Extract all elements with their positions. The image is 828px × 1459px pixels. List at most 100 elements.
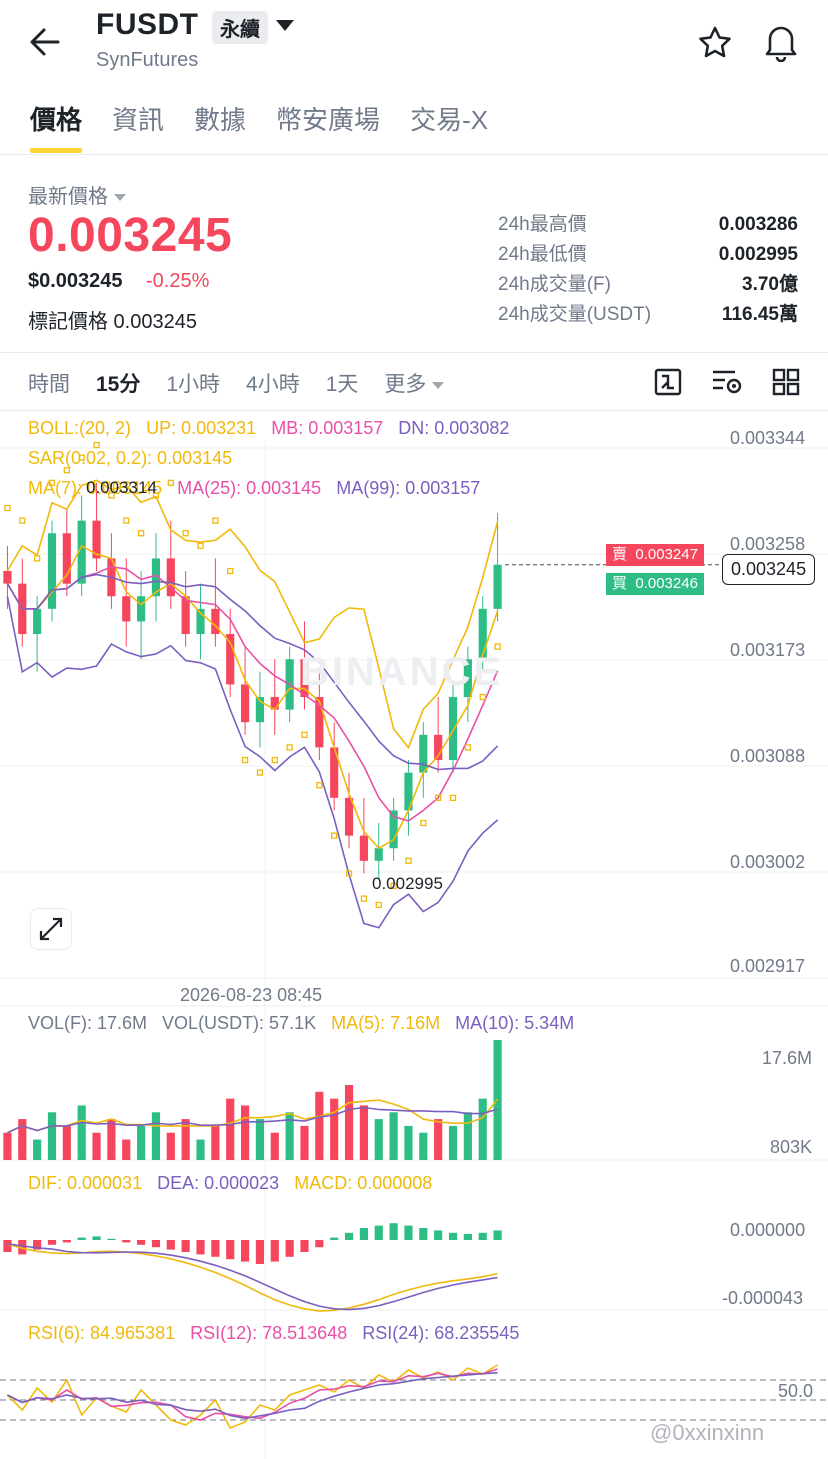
price-axis-label: 0.003173 <box>730 640 806 660</box>
macd-bar <box>315 1240 324 1248</box>
volume-bar <box>300 1125 309 1160</box>
volume-bar <box>226 1098 235 1160</box>
vol-axis-label: 803K <box>770 1137 813 1157</box>
sar-dot <box>494 643 501 650</box>
volume-bar <box>240 1105 250 1160</box>
macd-bar <box>137 1240 146 1245</box>
boll-upper-line <box>6 479 499 750</box>
symbol-title[interactable]: FUSDT <box>96 8 199 42</box>
macd-bar <box>374 1225 383 1240</box>
indicator-settings-button[interactable] <box>710 366 744 398</box>
indicator-settings-icon <box>713 370 742 394</box>
macd-dea: DEA: 0.000023 <box>157 1173 280 1193</box>
rsi-legend: RSI(6): 84.965381 RSI(12): 78.513648 RSI… <box>28 1323 519 1344</box>
layout-button[interactable] <box>770 366 802 398</box>
active-tab-indicator <box>30 148 82 153</box>
macd-bar <box>226 1240 235 1260</box>
sar-dot <box>33 555 41 562</box>
interval-1h[interactable]: 1小時 <box>166 368 220 398</box>
stat-label: 24h最高價 <box>498 214 587 235</box>
back-button[interactable] <box>26 24 66 60</box>
candle-body <box>181 596 190 635</box>
tab-info[interactable]: 資訊 <box>112 100 164 140</box>
sar-legend: SAR(0.02, 0.2): 0.003145 <box>28 448 233 468</box>
stats-panel: 24h最高價 0.003286 24h最低價 0.002995 24h成交量(F) 3… <box>498 210 798 330</box>
interval-more[interactable]: 更多 <box>384 368 445 398</box>
vol-f: VOL(F): 17.6M <box>28 1013 148 1033</box>
dif-line <box>7 1243 498 1312</box>
sar-dot <box>464 744 472 751</box>
sar-dot <box>405 857 412 864</box>
volume-bar <box>374 1119 383 1160</box>
macd-bar <box>255 1240 265 1264</box>
sar-dot <box>331 832 338 839</box>
sar-dot <box>271 756 278 764</box>
stat-value: 0.002995 <box>718 244 798 265</box>
stat-row: 24h成交量(USDT) 116.45萬 <box>498 300 798 330</box>
candle-body <box>47 533 57 609</box>
boll-dn: DN: 0.003082 <box>398 418 510 438</box>
sar-dot <box>479 693 486 701</box>
price-chart[interactable] <box>0 410 828 1459</box>
volume-bar <box>151 1112 161 1160</box>
volume-bar <box>77 1105 86 1160</box>
price-axis-label: 0.003088 <box>730 746 806 766</box>
stat-row: 24h成交量(F) 3.70億 <box>498 270 798 300</box>
volume-bar <box>137 1125 146 1160</box>
ma25-value: MA(25): 0.003145 <box>177 478 322 498</box>
macd-bar <box>463 1234 472 1240</box>
chevron-down-icon[interactable] <box>276 20 294 31</box>
usd-price: $0.003245 <box>28 270 123 292</box>
candle-body <box>122 596 131 622</box>
divider <box>0 154 828 155</box>
macd-bar <box>419 1228 428 1240</box>
interval-4h[interactable]: 4小時 <box>246 368 300 398</box>
ma7-line <box>6 544 499 850</box>
chart-type-button[interactable] <box>652 366 684 398</box>
vol-ma10: MA(10): 5.34M <box>455 1013 575 1033</box>
volume-bar <box>359 1105 368 1160</box>
mark-price: 標記價格 0.003245 <box>28 311 197 333</box>
interval-time[interactable]: 時間 <box>28 368 70 398</box>
interval-15m[interactable]: 15分 <box>96 368 140 398</box>
volume-bar <box>270 1132 279 1160</box>
sar-dot <box>449 794 457 801</box>
candle-body <box>3 571 12 584</box>
price-axis-label: 0.003344 <box>730 428 806 448</box>
volume-bar <box>196 1139 205 1160</box>
macd-dif: DIF: 0.000031 <box>28 1173 143 1193</box>
interval-1d[interactable]: 1天 <box>326 368 359 398</box>
buy-tag[interactable]: 買 0.003246 <box>606 573 704 595</box>
layout-grid-icon <box>772 368 800 396</box>
caret-down-icon <box>113 194 126 202</box>
main-tabs: 價格 資訊 數據 幣安廣場 交易-X <box>30 100 488 140</box>
macd-bar <box>448 1232 458 1240</box>
latest-price-label[interactable]: 最新價格 <box>28 180 126 209</box>
sar-dot <box>256 769 264 776</box>
macd-bar <box>344 1232 354 1240</box>
tab-trade-x[interactable]: 交易-X <box>410 100 488 140</box>
stat-value: 3.70億 <box>742 274 798 295</box>
volume-bar <box>255 1119 265 1160</box>
sell-tag[interactable]: 賣 0.003247 <box>606 544 704 566</box>
boll-label: BOLL:(20, 2) <box>28 418 132 438</box>
fullscreen-button[interactable] <box>30 908 72 950</box>
volume-bar <box>434 1119 443 1160</box>
high-annotation: 0.003314 <box>86 478 157 497</box>
tab-price[interactable]: 價格 <box>30 100 82 140</box>
volume-bar <box>33 1139 42 1160</box>
boll-mb: MB: 0.003157 <box>271 418 384 438</box>
macd-bar <box>493 1230 502 1240</box>
tab-square[interactable]: 幣安廣場 <box>276 100 380 140</box>
boll-legend: BOLL:(20, 2) UP: 0.003231 MB: 0.003157 D… <box>28 418 509 439</box>
price-axis-label: 0.003258 <box>730 534 806 554</box>
favorite-button[interactable] <box>696 24 734 62</box>
stat-label: 24h最低價 <box>498 244 587 265</box>
tab-data[interactable]: 數據 <box>194 100 246 140</box>
bell-icon <box>765 26 797 63</box>
contract-type-badge: 永續 <box>212 11 268 44</box>
rsi6-value: RSI(6): 84.965381 <box>28 1323 176 1343</box>
sar-dot <box>360 895 368 902</box>
sar-dot <box>19 517 26 524</box>
alert-button[interactable] <box>762 22 800 63</box>
